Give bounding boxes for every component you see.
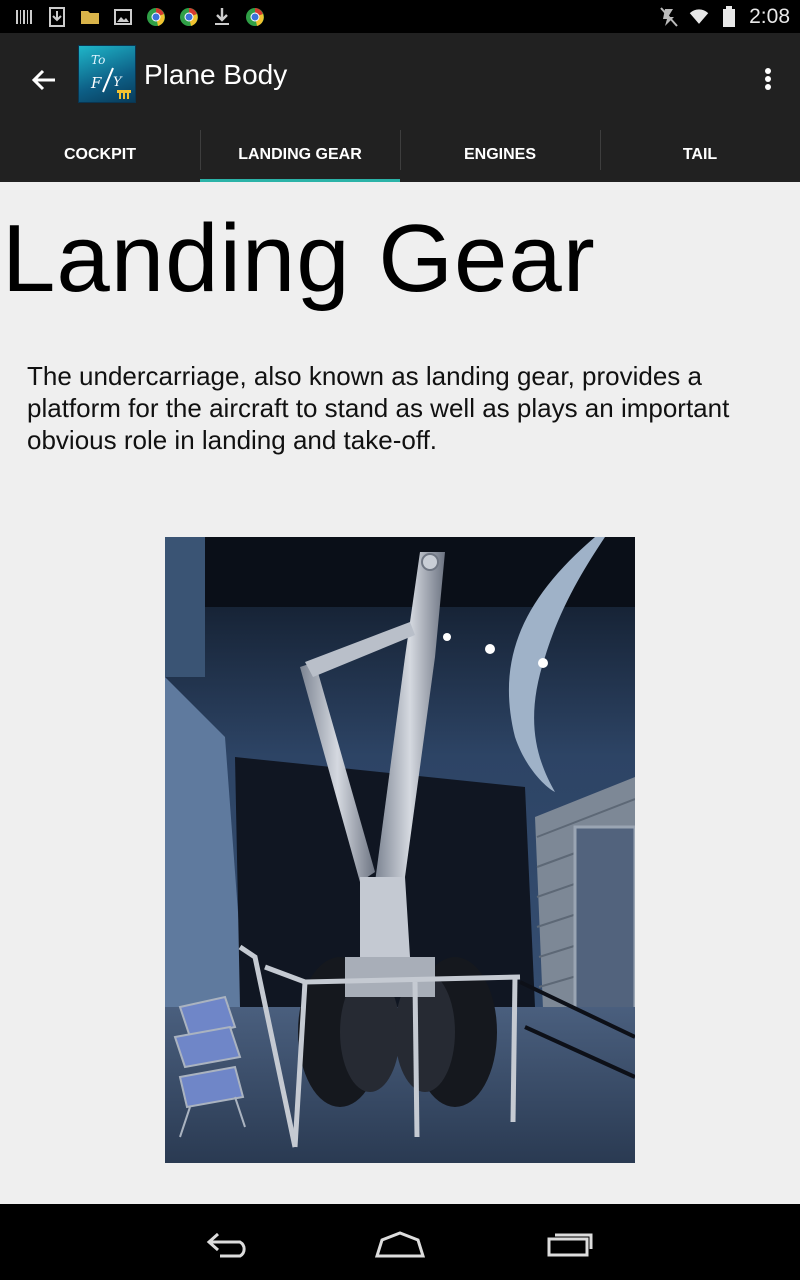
system-icons: 2:08 — [659, 4, 790, 30]
system-navigation-bar — [0, 1204, 800, 1280]
notification-icons — [14, 6, 265, 28]
overflow-menu-button[interactable] — [752, 57, 784, 101]
app-logo: To F Y — [78, 45, 136, 103]
back-button[interactable] — [22, 58, 66, 102]
battery-icon — [719, 6, 739, 27]
more-vertical-icon — [765, 68, 771, 90]
tab-landing-gear[interactable]: LANDING GEAR — [200, 127, 400, 182]
tab-tail[interactable]: TAIL — [600, 127, 800, 182]
download-box-icon — [47, 7, 67, 27]
folder-icon — [80, 7, 100, 27]
status-time: 2:08 — [749, 5, 790, 28]
tab-engines[interactable]: ENGINES — [400, 127, 600, 182]
mute-icon — [659, 7, 679, 27]
download-icon — [212, 7, 232, 27]
chrome-like-icon — [146, 7, 166, 27]
section-description: The undercarriage, also known as landing… — [27, 361, 730, 455]
nav-home-button[interactable] — [370, 1224, 430, 1264]
svg-text:F: F — [90, 74, 102, 92]
arrow-left-icon — [31, 69, 55, 91]
nav-recents-icon — [547, 1233, 593, 1257]
chrome-like-icon — [245, 7, 265, 27]
tab-cockpit[interactable]: COCKPIT — [0, 127, 200, 182]
page-title: Plane Body — [144, 59, 288, 90]
image-icon — [113, 7, 133, 27]
nav-home-icon — [374, 1231, 426, 1258]
section-heading: Landing Gear — [2, 205, 596, 312]
status-bar: 2:08 — [0, 0, 800, 33]
nav-back-icon — [206, 1232, 246, 1258]
action-bar: To F Y Plane Body — [0, 33, 800, 127]
svg-text:Y: Y — [113, 75, 123, 90]
nav-recents-button[interactable] — [540, 1224, 600, 1264]
landing-gear-photo — [165, 537, 635, 1163]
svg-text:To: To — [91, 53, 105, 67]
content-area[interactable]: Landing Gear The undercarriage, also kno… — [0, 182, 800, 1204]
nav-back-button[interactable] — [200, 1224, 260, 1264]
wifi-icon — [689, 7, 709, 27]
chrome-like-icon — [179, 7, 199, 27]
barcode-icon — [14, 7, 34, 27]
tab-bar: COCKPIT LANDING GEAR ENGINES TAIL — [0, 127, 800, 182]
